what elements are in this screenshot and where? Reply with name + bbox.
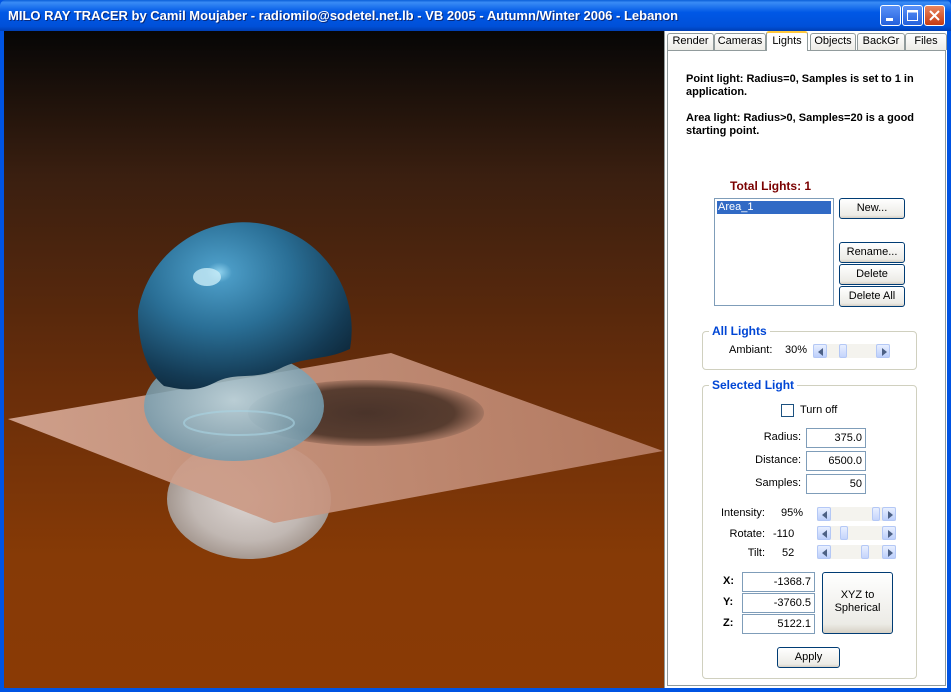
window-title: MILO RAY TRACER by Camil Moujaber - radi… <box>8 8 679 23</box>
arrow-left-icon <box>822 530 827 538</box>
z-field[interactable]: 5122.1 <box>742 614 815 634</box>
slider-thumb[interactable] <box>861 545 870 559</box>
delete-light-button[interactable]: Delete <box>839 264 905 285</box>
slider-right-arrow[interactable] <box>882 545 896 559</box>
lights-list[interactable]: Area_1 <box>714 198 834 306</box>
rotate-value: -110 <box>773 528 795 540</box>
lights-tab-page: Point light: Radius=0, Samples is set to… <box>667 50 946 686</box>
total-lights-label: Total Lights: 1 <box>730 179 812 193</box>
ambiant-label: Ambiant: <box>729 344 773 356</box>
maximize-button[interactable] <box>902 5 923 26</box>
intensity-label: Intensity: <box>720 507 765 519</box>
slider-thumb[interactable] <box>839 344 848 358</box>
new-light-button[interactable]: New... <box>839 198 905 219</box>
all-lights-group: All Lights Ambiant: 30% <box>702 324 917 370</box>
tilt-value: 52 <box>782 547 795 559</box>
slider-left-arrow[interactable] <box>817 526 831 540</box>
arrow-right-icon <box>888 530 893 538</box>
slider-left-arrow[interactable] <box>817 507 831 521</box>
minimize-button[interactable] <box>880 5 901 26</box>
x-field[interactable]: -1368.7 <box>742 572 815 592</box>
y-field[interactable]: -3760.5 <box>742 593 815 613</box>
arrow-left-icon <box>818 348 823 356</box>
maximize-icon <box>907 10 918 21</box>
tab-files[interactable]: Files <box>905 33 947 50</box>
delete-all-lights-button[interactable]: Delete All <box>839 286 905 307</box>
radius-label: Radius: <box>763 431 801 443</box>
radius-field[interactable]: 375.0 <box>806 428 866 448</box>
close-button[interactable] <box>924 5 945 26</box>
x-label: X: <box>723 575 734 587</box>
tab-cameras[interactable]: Cameras <box>714 33 766 50</box>
xyz-to-spherical-button[interactable]: XYZ to Spherical <box>822 572 893 634</box>
slider-thumb[interactable] <box>839 526 848 540</box>
rotate-slider[interactable] <box>817 526 896 540</box>
settings-panel: Render Cameras Lights Objects BackGr Fil… <box>664 31 947 688</box>
turn-off-label: Turn off <box>800 404 838 416</box>
slider-right-arrow[interactable] <box>882 507 896 521</box>
app-window: MILO RAY TRACER by Camil Moujaber - radi… <box>0 0 951 692</box>
tab-lights[interactable]: Lights <box>766 31 808 51</box>
arrow-right-icon <box>882 348 887 356</box>
arrow-right-icon <box>888 511 893 519</box>
rotate-label: Rotate: <box>729 528 765 540</box>
ambiant-value: 30% <box>785 344 808 356</box>
render-viewport[interactable] <box>4 31 664 688</box>
turn-off-checkbox[interactable] <box>781 404 794 417</box>
distance-field[interactable]: 6500.0 <box>806 451 866 471</box>
slider-left-arrow[interactable] <box>813 344 827 358</box>
slider-thumb[interactable] <box>871 507 880 521</box>
title-bar[interactable]: MILO RAY TRACER by Camil Moujaber - radi… <box>0 0 951 31</box>
slider-left-arrow[interactable] <box>817 545 831 559</box>
ambiant-slider[interactable] <box>813 344 890 358</box>
slider-right-arrow[interactable] <box>882 526 896 540</box>
arrow-right-icon <box>888 549 893 557</box>
minimize-icon <box>886 18 893 21</box>
arrow-left-icon <box>822 511 827 519</box>
samples-label: Samples: <box>755 477 801 489</box>
arrow-left-icon <box>822 549 827 557</box>
window-frame-right <box>947 31 951 692</box>
z-label: Z: <box>723 617 734 629</box>
selected-light-title: Selected Light <box>709 378 798 392</box>
distance-label: Distance: <box>755 454 801 466</box>
point-light-info: Point light: Radius=0, Samples is set to… <box>686 73 914 98</box>
rendered-scene <box>8 222 663 559</box>
tilt-label: Tilt: <box>747 547 765 559</box>
tilt-slider[interactable] <box>817 545 896 559</box>
slider-right-arrow[interactable] <box>876 344 890 358</box>
sphere <box>138 222 352 390</box>
intensity-value: 95% <box>781 507 804 519</box>
tab-backgr[interactable]: BackGr <box>857 33 905 50</box>
area-light-info: Area light: Radius>0, Samples=20 is a go… <box>686 112 915 137</box>
sphere-highlight <box>193 268 221 286</box>
window-frame-bottom <box>0 688 951 692</box>
all-lights-title: All Lights <box>709 324 770 338</box>
y-label: Y: <box>723 596 734 608</box>
apply-button[interactable]: Apply <box>777 647 840 668</box>
tab-strip: Render Cameras Lights Objects BackGr Fil… <box>667 31 947 51</box>
rename-light-button[interactable]: Rename... <box>839 242 905 263</box>
intensity-slider[interactable] <box>817 507 896 521</box>
selected-light-group: Selected Light Turn off Radius: 375.0 Di… <box>702 378 917 679</box>
samples-field[interactable]: 50 <box>806 474 866 494</box>
list-item[interactable]: Area_1 <box>717 201 831 214</box>
close-icon <box>929 10 940 21</box>
tab-objects[interactable]: Objects <box>810 33 856 50</box>
tab-render[interactable]: Render <box>667 33 714 50</box>
